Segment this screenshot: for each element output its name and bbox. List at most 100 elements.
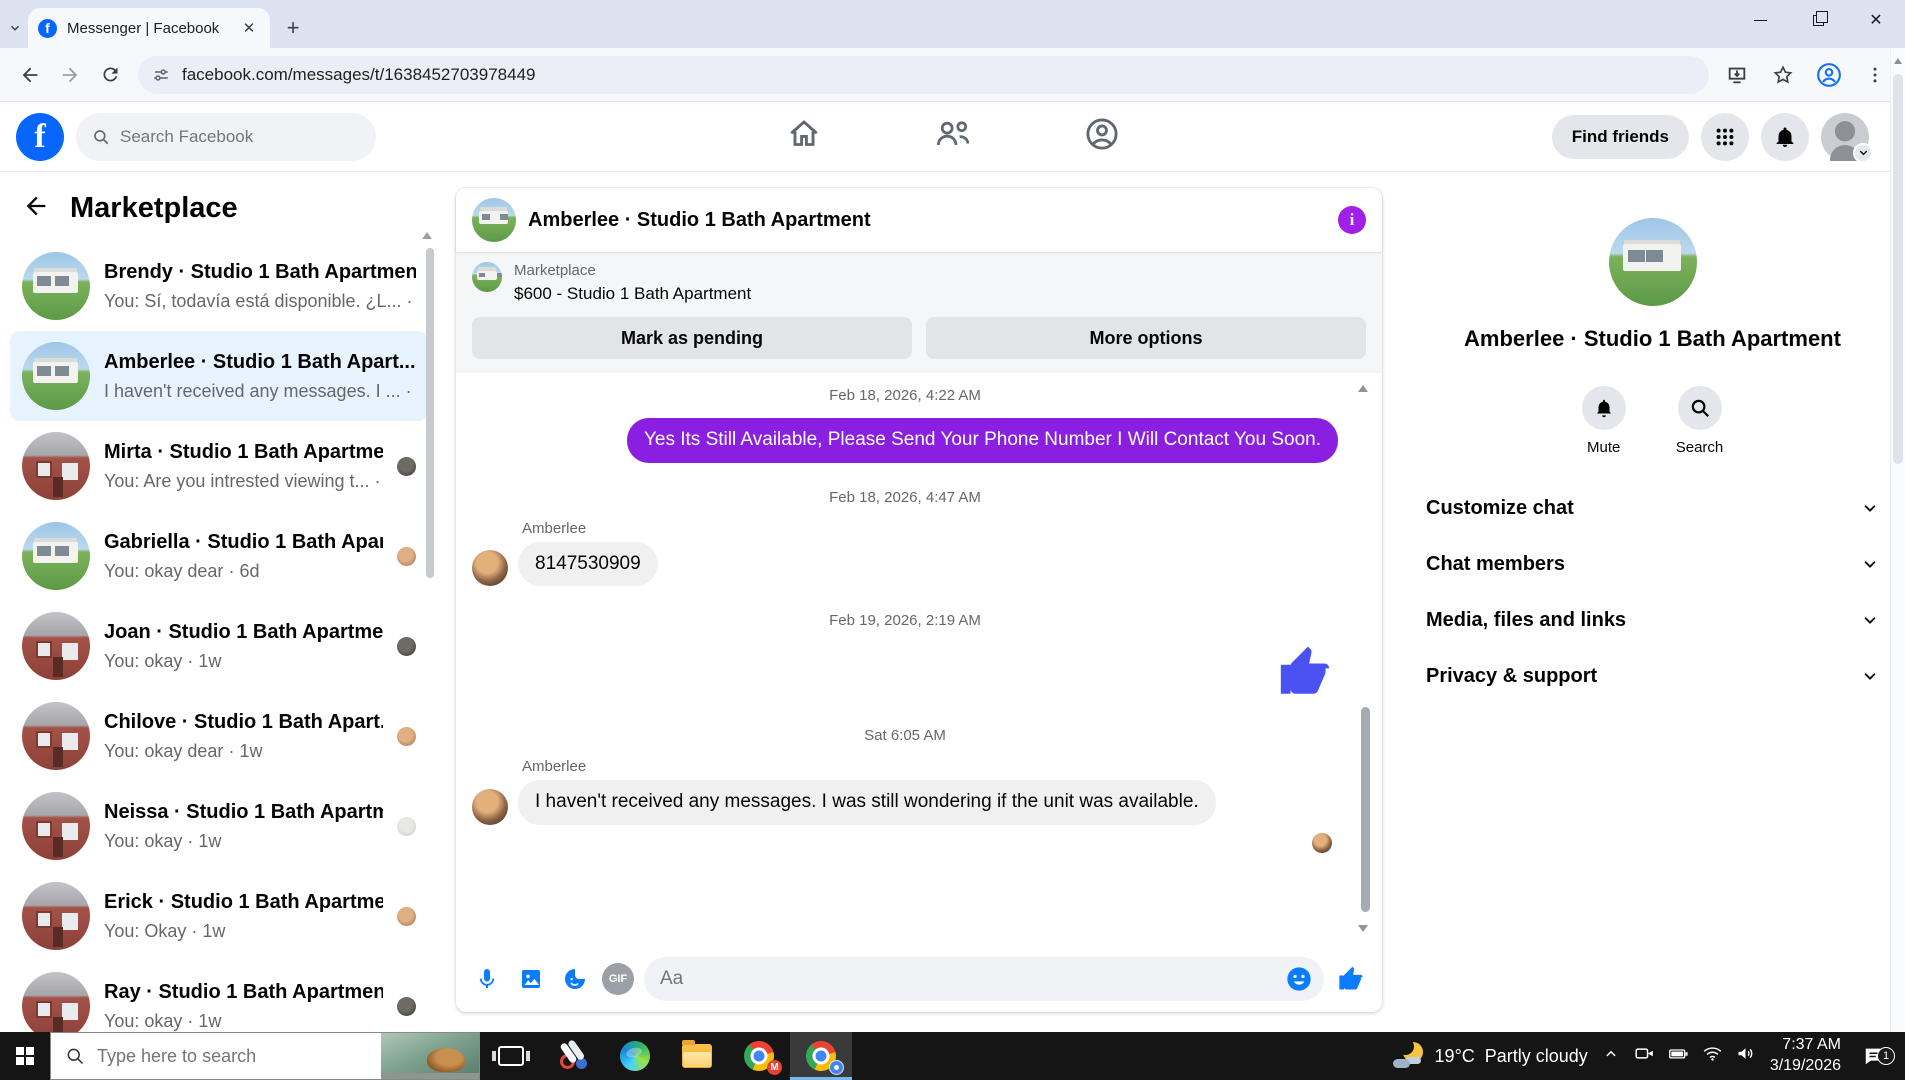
chevron-down-icon bbox=[1864, 617, 1876, 624]
friends-icon[interactable] bbox=[934, 116, 972, 157]
outgoing-message-bubble[interactable]: Yes Its Still Available, Please Send You… bbox=[626, 418, 1338, 463]
gif-icon[interactable]: GIF bbox=[602, 963, 634, 995]
address-bar[interactable]: facebook.com/messages/t/1638452703978449 bbox=[138, 55, 1709, 94]
find-friends-button[interactable]: Find friends bbox=[1551, 114, 1689, 159]
tab-search-chevron-icon[interactable] bbox=[2, 8, 28, 48]
info-section-row[interactable]: Customize chat bbox=[1414, 480, 1891, 536]
taskbar-clock[interactable]: 7:37 AM 3/19/2026 bbox=[1770, 1035, 1841, 1077]
volume-icon[interactable] bbox=[1735, 1043, 1756, 1069]
info-section-row[interactable]: Privacy & support bbox=[1414, 648, 1891, 704]
back-arrow-icon[interactable] bbox=[22, 192, 50, 225]
browser-tab-strip: f Messenger | Facebook ✕ + ✕ bbox=[0, 0, 1905, 48]
conversation-avatar[interactable] bbox=[1608, 218, 1697, 306]
mark-as-pending-button[interactable]: Mark as pending bbox=[472, 317, 912, 359]
conversation-list-item[interactable]: Chilove · Studio 1 Bath Apart... You: ok… bbox=[10, 691, 428, 781]
new-tab-button[interactable]: + bbox=[278, 13, 308, 43]
message-timestamp: Sat 6:05 AM bbox=[864, 727, 946, 745]
forward-button[interactable] bbox=[50, 55, 90, 95]
info-section-row[interactable]: Media, files and links bbox=[1414, 592, 1891, 648]
sidebar-scrollbar[interactable] bbox=[426, 248, 434, 578]
search-highlight-image[interactable] bbox=[381, 1033, 479, 1079]
start-button[interactable] bbox=[0, 1032, 50, 1080]
incoming-message-bubble[interactable]: 8147530909 bbox=[518, 541, 658, 587]
conversation-list-item[interactable]: Amberlee · Studio 1 Bath Apart... I have… bbox=[10, 331, 428, 421]
listing-thumbnail[interactable] bbox=[472, 262, 502, 292]
browser-menu-kebab-icon[interactable] bbox=[1855, 55, 1895, 95]
chat-title: Amberlee · Studio 1 Bath Apartment bbox=[528, 208, 871, 231]
conversation-list-item[interactable]: Erick · Studio 1 Bath Apartment You: Oka… bbox=[10, 871, 428, 961]
message-input[interactable] bbox=[660, 968, 1282, 990]
send-like-icon[interactable] bbox=[1334, 962, 1368, 996]
site-info-icon[interactable] bbox=[152, 66, 170, 84]
account-avatar[interactable] bbox=[1821, 112, 1873, 163]
conversation-list-item[interactable]: Joan · Studio 1 Bath Apartment You: okay… bbox=[10, 601, 428, 691]
sender-avatar[interactable] bbox=[472, 789, 508, 826]
tray-chevron-up-icon[interactable] bbox=[1602, 1045, 1620, 1068]
browser-profile-icon[interactable] bbox=[1809, 55, 1849, 95]
conversation-avatar bbox=[22, 702, 90, 770]
taskbar-app-chrome[interactable] bbox=[790, 1032, 852, 1080]
sidebar-scroll-up-arrow[interactable] bbox=[422, 232, 432, 239]
windows-taskbar: M 19°C Partly cloudy 7:37 AM bbox=[0, 1032, 1905, 1080]
mute-button[interactable]: Mute bbox=[1581, 386, 1626, 456]
message-input-pill[interactable] bbox=[644, 957, 1324, 1001]
reload-button[interactable] bbox=[90, 55, 130, 95]
taskbar-app-task-view[interactable] bbox=[480, 1032, 542, 1080]
battery-icon[interactable] bbox=[1667, 1043, 1690, 1069]
weather-description: Partly cloudy bbox=[1484, 1045, 1588, 1066]
sender-avatar[interactable] bbox=[472, 550, 508, 587]
thumbs-up-icon[interactable] bbox=[1276, 643, 1334, 701]
more-options-button[interactable]: More options bbox=[926, 317, 1366, 359]
window-restore-button[interactable] bbox=[1789, 0, 1847, 40]
action-center-icon[interactable]: 1 bbox=[1855, 1045, 1895, 1067]
wifi-icon[interactable] bbox=[1702, 1043, 1723, 1069]
conversation-list-item[interactable]: Neissa · Studio 1 Bath Apartm... You: ok… bbox=[10, 781, 428, 871]
taskbar-app-file-explorer[interactable] bbox=[666, 1032, 728, 1080]
home-icon[interactable] bbox=[786, 116, 822, 157]
taskbar-search-box[interactable] bbox=[50, 1032, 480, 1080]
message-composer: GIF bbox=[456, 946, 1382, 1012]
messages-scroll-up-arrow[interactable] bbox=[1358, 385, 1368, 392]
seen-indicator-avatar bbox=[397, 636, 416, 656]
emoji-icon[interactable] bbox=[1282, 962, 1316, 996]
notification-count-badge: 1 bbox=[1877, 1047, 1895, 1065]
conversation-avatar bbox=[22, 882, 90, 950]
incoming-message-bubble[interactable]: I haven't received any messages. I was s… bbox=[518, 780, 1216, 826]
taskbar-search-input[interactable] bbox=[97, 1045, 327, 1067]
page-scroll-up-arrow[interactable] bbox=[1894, 58, 1902, 64]
attach-image-icon[interactable] bbox=[514, 962, 548, 996]
window-minimize-button[interactable] bbox=[1731, 0, 1789, 40]
facebook-logo-icon[interactable]: f bbox=[16, 112, 64, 161]
bookmark-star-icon[interactable] bbox=[1763, 55, 1803, 95]
taskbar-app-snip[interactable] bbox=[542, 1032, 604, 1080]
groups-icon[interactable] bbox=[1084, 116, 1120, 157]
messages-scroll-down-arrow[interactable] bbox=[1358, 925, 1368, 932]
meet-now-icon[interactable] bbox=[1634, 1043, 1655, 1069]
facebook-search-bar[interactable] bbox=[76, 112, 376, 161]
page-scrollbar[interactable] bbox=[1890, 48, 1905, 1032]
conversation-list-item[interactable]: Ray · Studio 1 Bath Apartment You: okay … bbox=[10, 961, 428, 1032]
tab-close-icon[interactable]: ✕ bbox=[238, 17, 260, 39]
conversation-info-icon[interactable]: i bbox=[1338, 206, 1366, 234]
voice-clip-mic-icon[interactable] bbox=[470, 962, 504, 996]
messages-scrollbar[interactable] bbox=[1361, 707, 1370, 912]
browser-tab[interactable]: f Messenger | Facebook ✕ bbox=[28, 8, 270, 48]
info-section-row[interactable]: Chat members bbox=[1414, 536, 1891, 592]
conversation-list-item[interactable]: Gabriella · Studio 1 Bath Apart... You: … bbox=[10, 511, 428, 601]
sticker-icon[interactable] bbox=[558, 962, 592, 996]
notifications-bell-icon[interactable] bbox=[1761, 112, 1809, 161]
app-menu-grid-icon[interactable] bbox=[1701, 112, 1749, 161]
search-in-conversation-button[interactable]: Search bbox=[1676, 386, 1723, 456]
message-list[interactable]: Feb 18, 2026, 4:22 AM Yes Its Still Avai… bbox=[456, 373, 1382, 946]
chat-avatar[interactable] bbox=[472, 198, 516, 242]
conversation-preview: I haven't received any messages. I ... ·… bbox=[104, 380, 416, 401]
search-input[interactable] bbox=[120, 126, 330, 147]
window-close-button[interactable]: ✕ bbox=[1847, 0, 1905, 40]
conversation-list-item[interactable]: Brendy · Studio 1 Bath Apartment You: Sí… bbox=[10, 241, 428, 331]
taskbar-app-chrome[interactable]: M bbox=[728, 1032, 790, 1080]
install-app-icon[interactable] bbox=[1717, 55, 1757, 95]
back-button[interactable] bbox=[10, 55, 50, 95]
taskbar-app-edge[interactable] bbox=[604, 1032, 666, 1080]
taskbar-weather-widget[interactable]: 19°C Partly cloudy bbox=[1392, 1038, 1588, 1071]
conversation-list-item[interactable]: Mirta · Studio 1 Bath Apartment You: Are… bbox=[10, 421, 428, 511]
